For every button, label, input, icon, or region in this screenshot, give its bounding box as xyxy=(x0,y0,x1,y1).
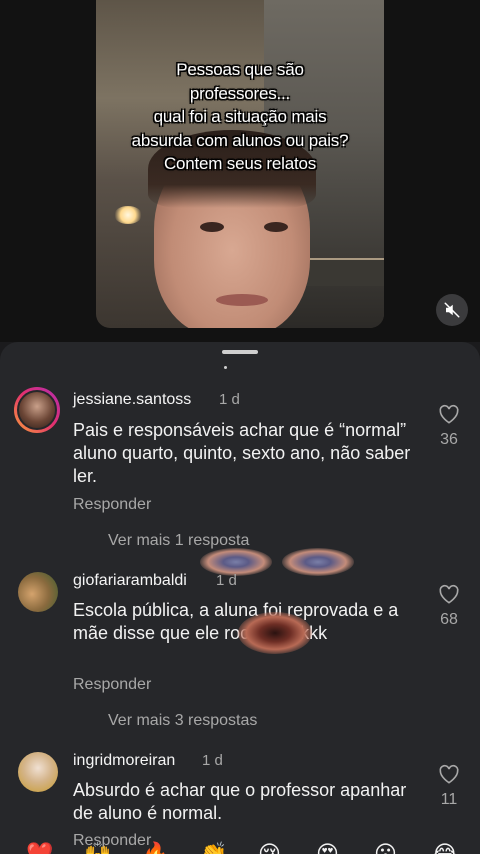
comment-text: Pais e responsáveis achar que é “normal”… xyxy=(73,420,411,486)
heart-icon[interactable] xyxy=(438,584,460,604)
person-mouth xyxy=(216,294,268,306)
video-caption: Pessoas que são professores... qual foi … xyxy=(96,58,384,176)
comment-time: 1 d xyxy=(216,572,237,589)
caption-line: Contem seus relatos xyxy=(163,154,317,173)
caption-line: absurda com alunos ou pais? xyxy=(131,130,349,150)
reply-button[interactable]: Responder xyxy=(73,676,151,694)
comment-text: Absurdo é achar que o professor apanhar … xyxy=(73,780,407,823)
comment-username[interactable]: ingridmoreiran xyxy=(73,752,175,770)
emoji-heart[interactable]: ❤️ xyxy=(26,844,53,854)
speaker-muted-icon xyxy=(444,302,460,318)
comment-username[interactable]: giofariarambaldi xyxy=(73,572,187,590)
avatar-image xyxy=(17,390,57,430)
ar-effect-eye-right xyxy=(282,548,354,576)
avatar[interactable] xyxy=(18,752,58,792)
background-lamp xyxy=(114,206,142,224)
emoji-clap[interactable]: 👏 xyxy=(200,844,227,854)
reply-button[interactable]: Responder xyxy=(73,496,151,514)
caption-line: Pessoas que são xyxy=(176,60,304,79)
emoji-laughing[interactable]: 😂 xyxy=(432,844,458,854)
emoji-reaction-bar[interactable]: ❤️ 🙌 🔥 👏 😢 😍 😮 😂 xyxy=(0,838,480,854)
person-eye-left xyxy=(200,222,224,232)
avatar[interactable] xyxy=(18,572,58,612)
comment-time: 1 d xyxy=(202,752,223,769)
avatar[interactable] xyxy=(14,387,60,433)
emoji-raised-hands[interactable]: 🙌 xyxy=(84,844,111,854)
emoji-heart-eyes[interactable]: 😍 xyxy=(316,844,339,854)
like-count: 11 xyxy=(440,791,458,808)
caption-line: professores... xyxy=(189,83,291,103)
like-count: 68 xyxy=(440,611,458,628)
heart-icon[interactable] xyxy=(438,404,460,424)
heart-icon[interactable] xyxy=(438,764,460,784)
mute-button[interactable] xyxy=(436,294,468,326)
emoji-crying[interactable]: 😢 xyxy=(258,844,281,854)
video-area[interactable]: Pessoas que são professores... qual foi … xyxy=(0,0,480,342)
person-eye-right xyxy=(264,222,288,232)
comment-username[interactable]: jessiane.santoss xyxy=(73,391,191,409)
comment-time: 1 d xyxy=(219,391,240,408)
sheet-drag-handle[interactable] xyxy=(222,350,258,354)
like-count: 36 xyxy=(440,431,458,448)
emoji-fire[interactable]: 🔥 xyxy=(142,844,169,854)
emoji-surprised[interactable]: 😮 xyxy=(374,844,397,854)
view-more-replies[interactable]: Ver mais 3 respostas xyxy=(108,712,257,730)
caption-line: qual foi a situação mais xyxy=(153,107,327,126)
ar-effect-lips xyxy=(238,612,312,654)
sheet-handle-dot xyxy=(224,366,227,369)
